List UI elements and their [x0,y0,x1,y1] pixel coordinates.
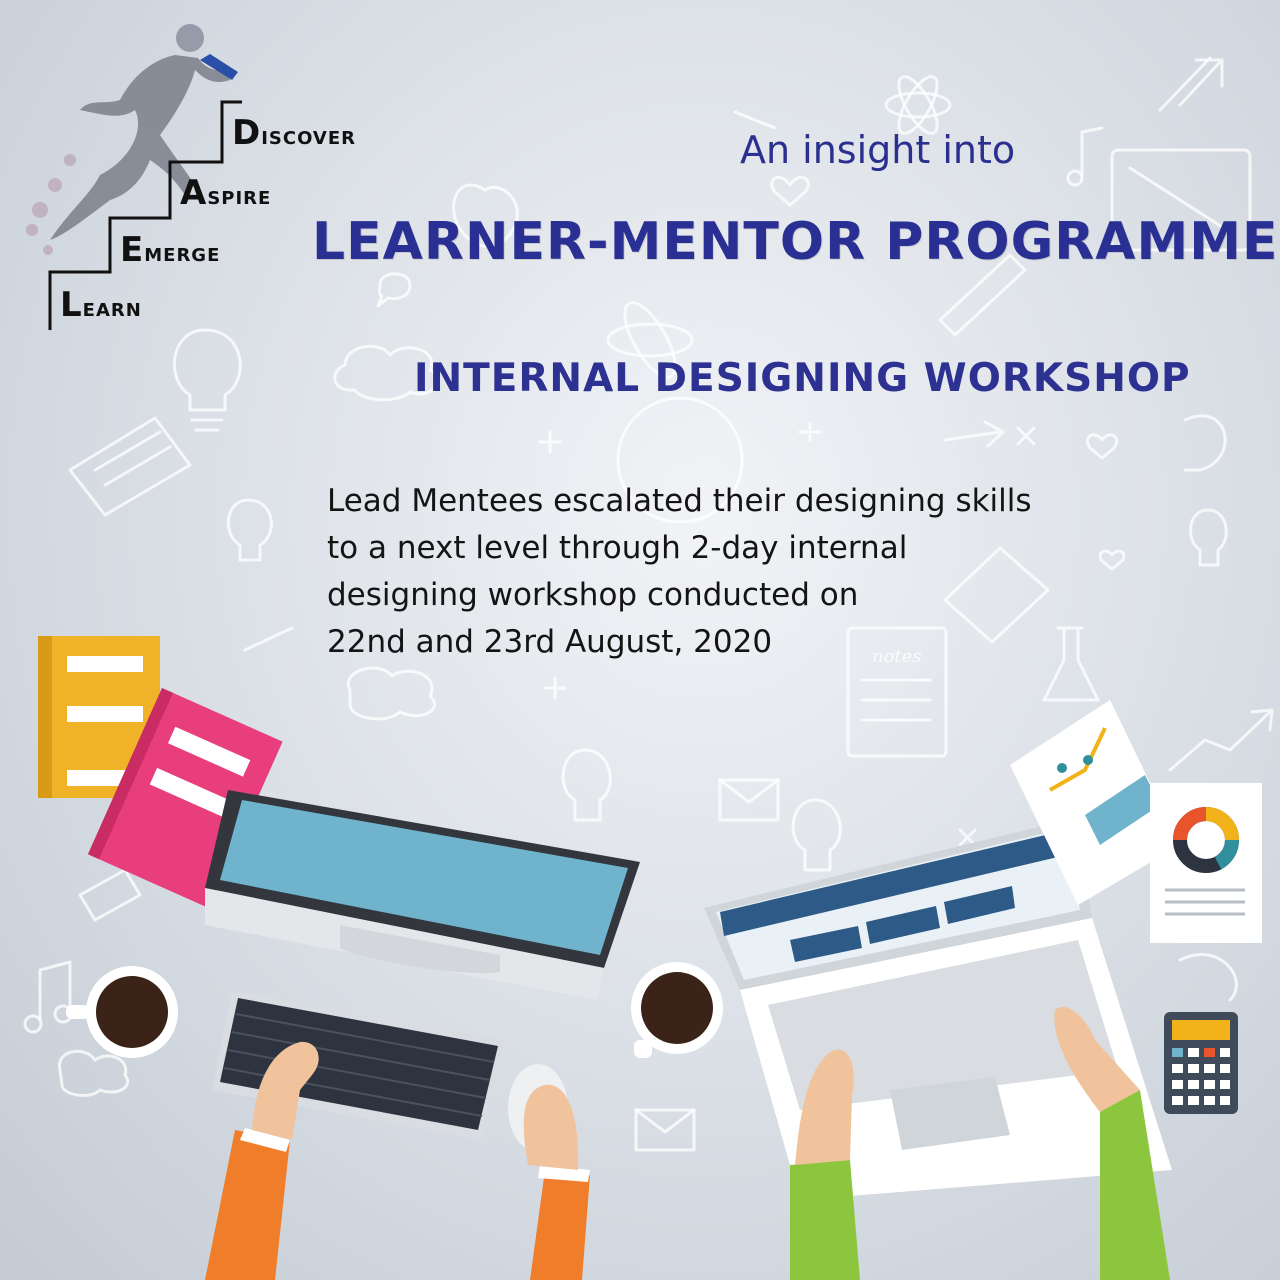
logo-word-discover: DISCOVER [232,113,357,153]
description-line: to a next level through 2-day internal [327,530,908,566]
description-line: designing workshop conducted on [327,577,859,613]
calculator [1164,1012,1238,1114]
logo-word-learn: LEARN [60,285,142,325]
logo-word-aspire: ASPIRE [180,173,272,213]
poster: DISCOVER ASPIRE EMERGE LEARN An insight … [0,0,1280,1280]
description: Lead Mentees escalated their designing s… [327,478,1087,666]
event-heading: INTERNAL DESIGNING WORKSHOP [414,356,1191,401]
pie-chart-paper [1150,783,1262,943]
description-line: Lead Mentees escalated their designing s… [327,483,1032,519]
logo-word-emerge: EMERGE [120,230,221,270]
coffee-cup-left [66,966,178,1058]
coffee-cup-right [631,962,723,1058]
dael-logo: DISCOVER ASPIRE EMERGE LEARN [10,10,380,340]
subtitle: An insight into [740,128,1016,172]
notes-label: notes [872,646,922,667]
desktop-monitor [205,790,640,1000]
page-title: LEARNER-MENTOR PROGRAMME [312,212,1279,272]
description-line: 22nd and 23rd August, 2020 [327,624,773,660]
